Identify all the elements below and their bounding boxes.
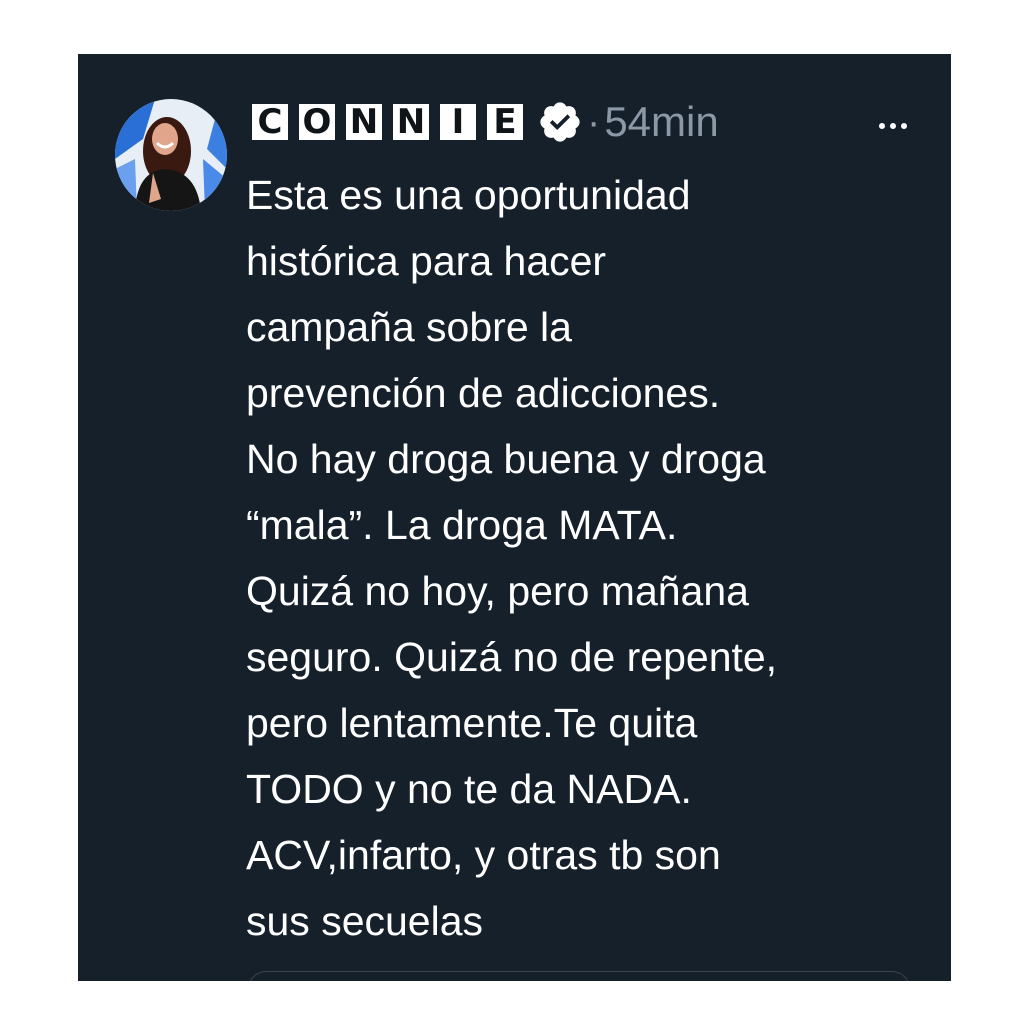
header-separator: · (587, 99, 601, 144)
tweet-header: C O N N I E · 54min (248, 96, 719, 148)
name-letter: O (295, 100, 339, 144)
name-letter: N (389, 100, 433, 144)
timestamp[interactable]: 54min (604, 98, 718, 146)
name-letter: E (483, 100, 527, 144)
tweet-body: Esta es una oportunidad histórica para h… (246, 172, 778, 944)
avatar-image (115, 99, 227, 211)
media-card-edge (248, 971, 910, 981)
display-name[interactable]: C O N N I E (248, 100, 527, 144)
name-letter: N (342, 100, 386, 144)
tweet-card: C O N N I E · 54min Esta es una oportuni… (78, 54, 951, 981)
more-options-icon[interactable] (873, 106, 913, 146)
name-letter: C (248, 100, 292, 144)
name-letter: I (436, 100, 480, 144)
avatar[interactable] (115, 99, 227, 211)
verified-badge-icon (540, 102, 580, 142)
